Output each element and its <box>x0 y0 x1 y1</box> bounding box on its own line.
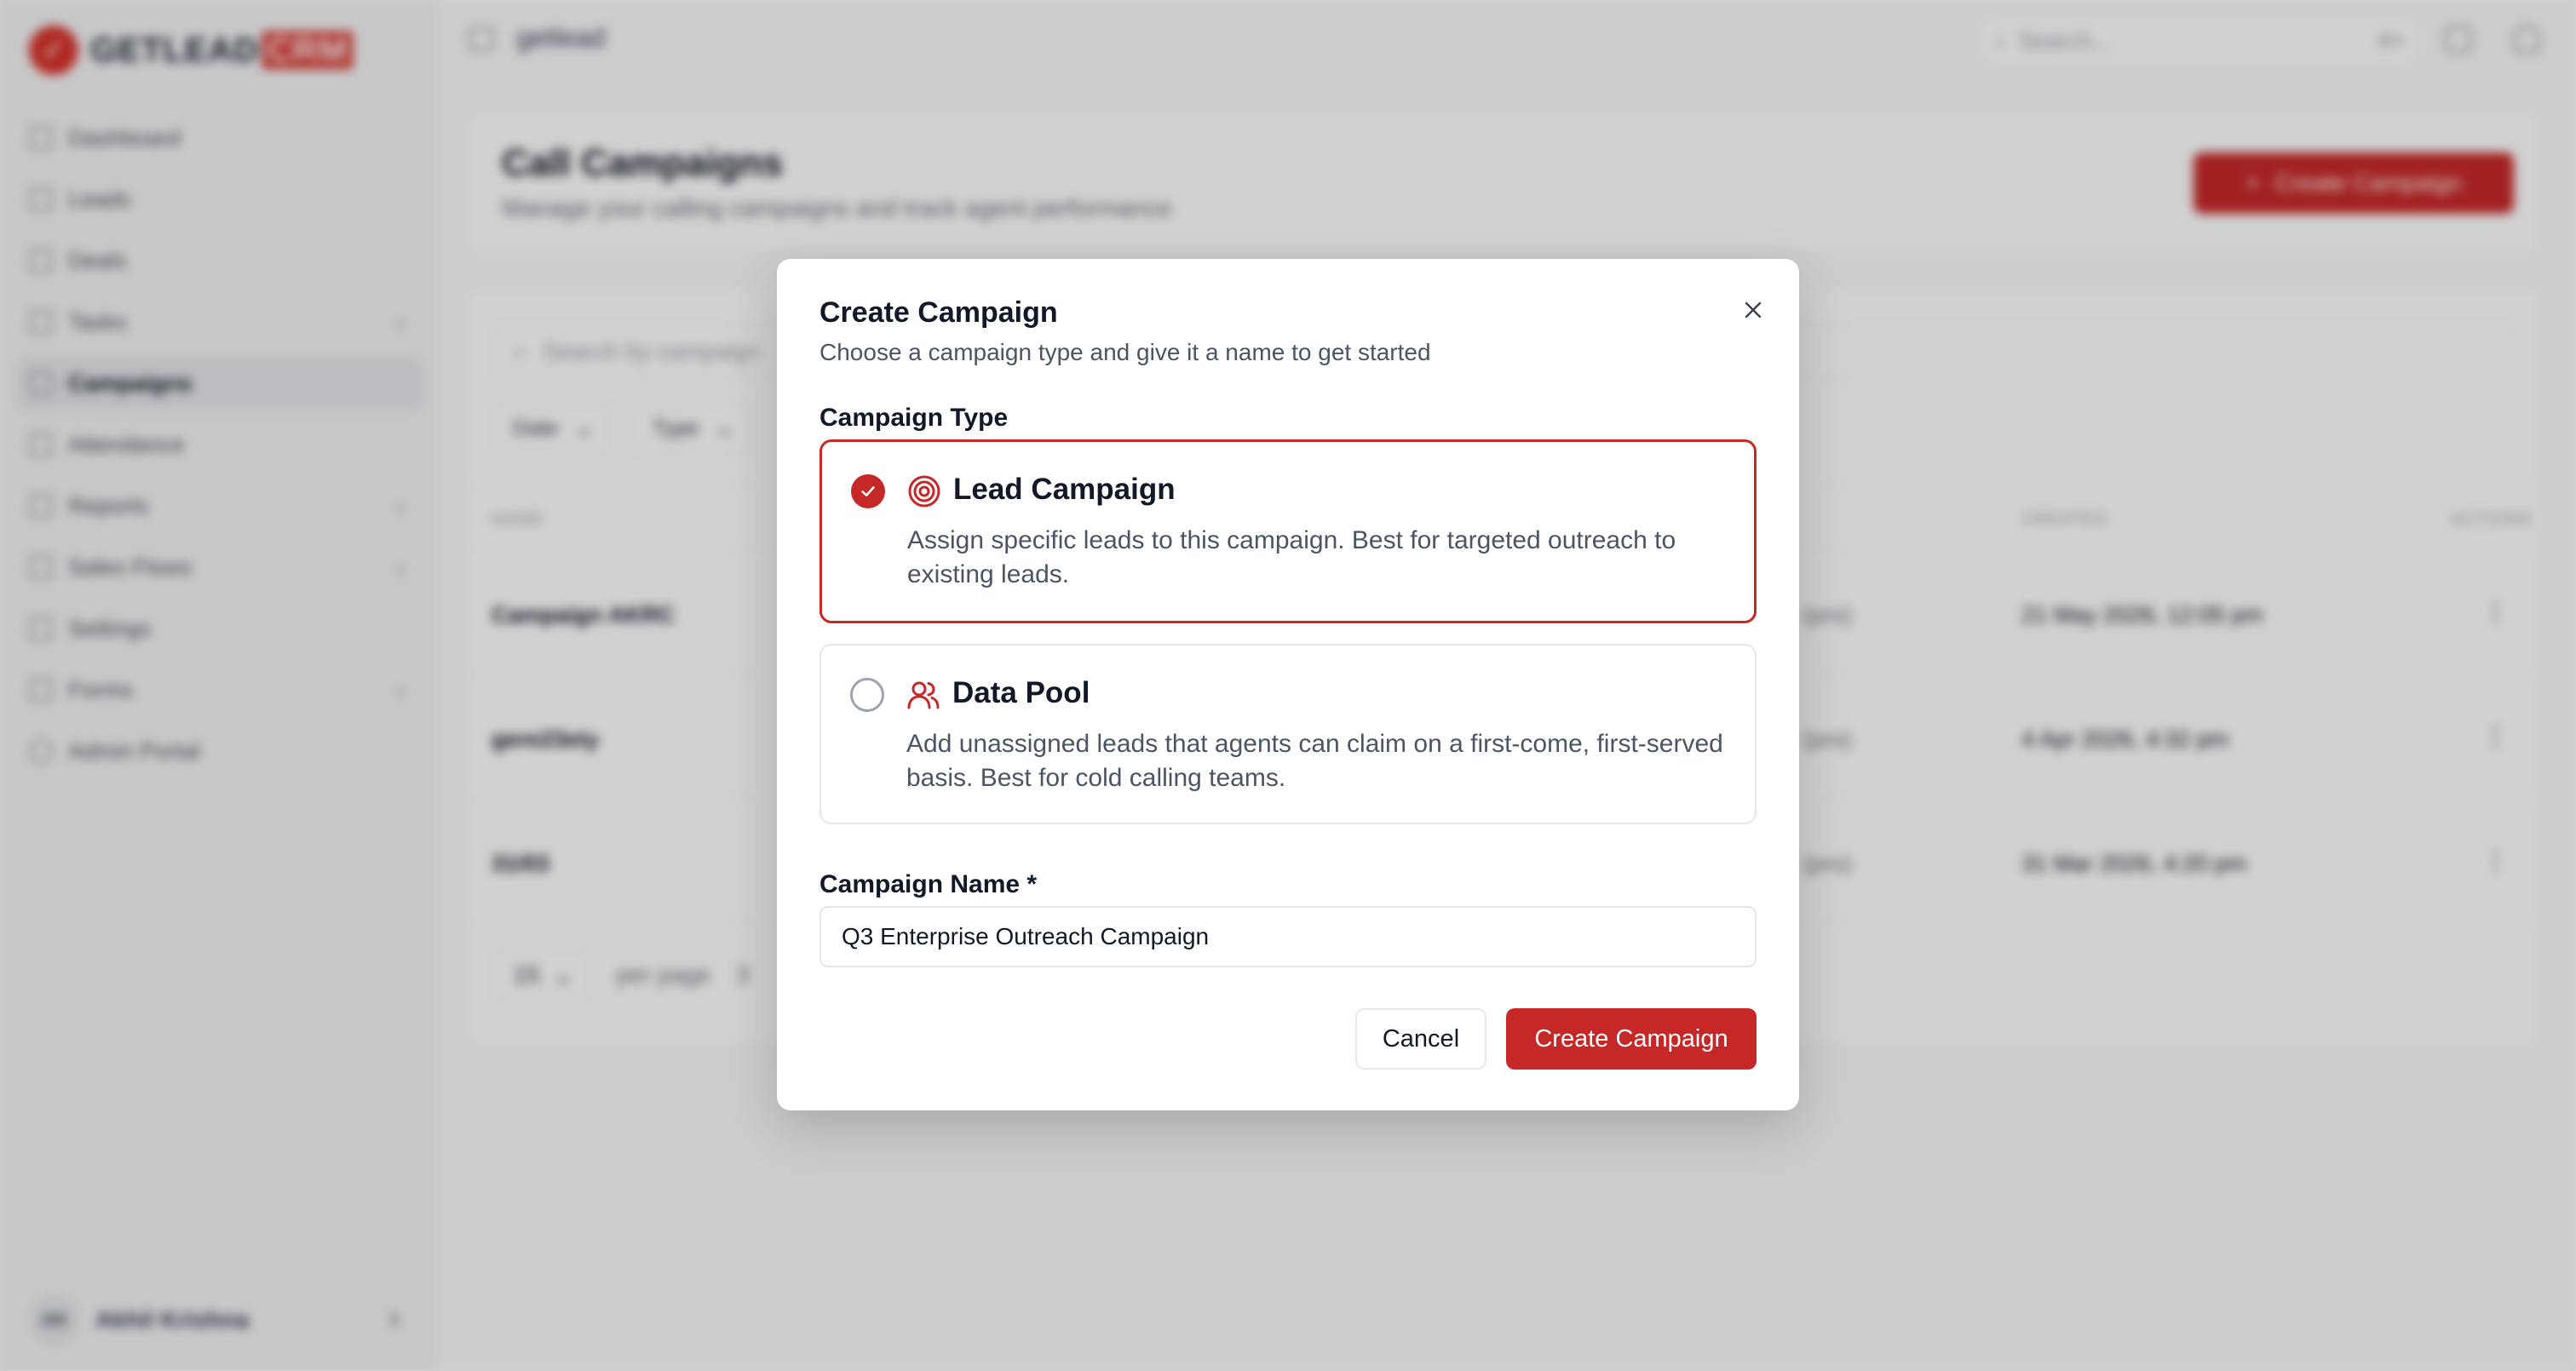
campaign-type-label: Campaign Type <box>819 404 1009 432</box>
option-title: Lead Campaign <box>953 473 1176 506</box>
campaign-name-label: Campaign Name * <box>819 870 1038 898</box>
option-data-pool[interactable]: Data Pool Add unassigned leads that agen… <box>819 644 1757 824</box>
dialog-title: Create Campaign <box>819 296 1058 329</box>
option-description: Assign specific leads to this campaign. … <box>907 526 1676 588</box>
radio-checked[interactable] <box>851 474 885 508</box>
option-description: Add unassigned leads that agents can cla… <box>906 730 1723 792</box>
option-title: Data Pool <box>952 676 1090 709</box>
users-icon <box>906 678 940 712</box>
dialog-subtitle: Choose a campaign type and give it a nam… <box>819 339 1431 365</box>
close-icon[interactable] <box>1738 295 1768 325</box>
create-campaign-dialog: Create Campaign Choose a campaign type a… <box>777 259 1799 1110</box>
radio-unchecked[interactable] <box>850 678 884 712</box>
target-icon <box>907 474 941 508</box>
campaign-name-input[interactable] <box>819 906 1757 967</box>
create-campaign-submit-button[interactable]: Create Campaign <box>1506 1008 1757 1070</box>
check-icon <box>861 486 875 496</box>
option-lead-campaign[interactable]: Lead Campaign Assign specific leads to t… <box>819 439 1757 623</box>
cancel-button[interactable]: Cancel <box>1355 1008 1486 1070</box>
